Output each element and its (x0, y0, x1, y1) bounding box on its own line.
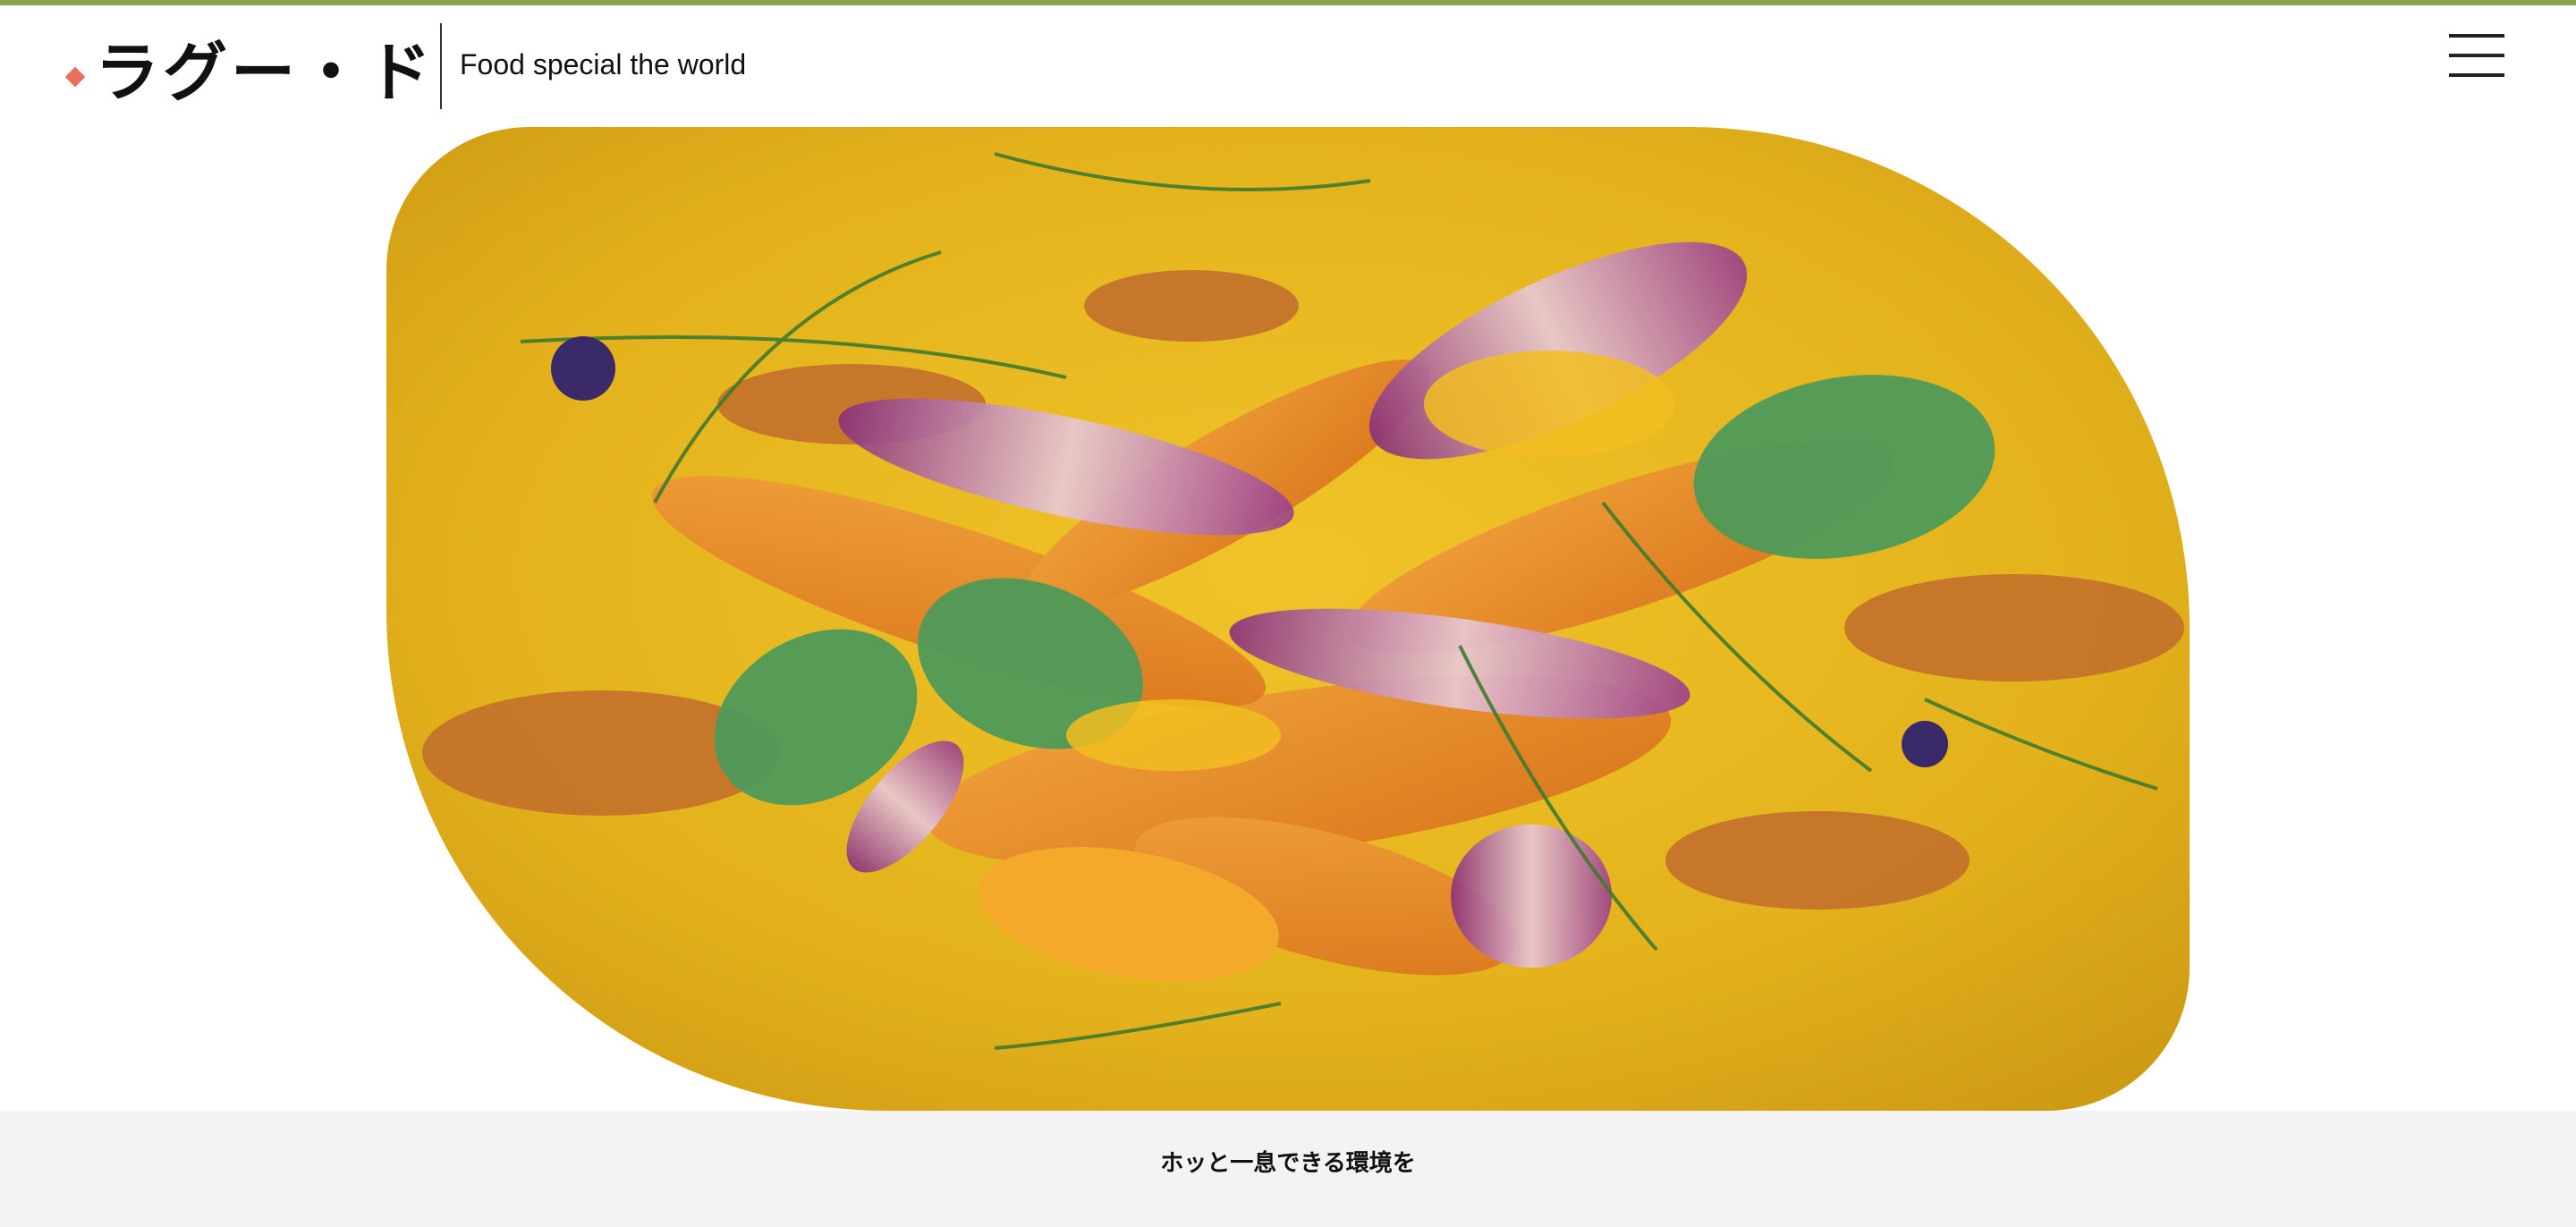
site-header: ラグー・ド Food special the world (0, 5, 2576, 122)
site-tagline: Food special the world (460, 48, 747, 80)
food-photo (386, 127, 2190, 1111)
intro-band: ホッと一息できる環境を (0, 1111, 2576, 1227)
logo-text: ラグー・ド (95, 35, 436, 110)
diamond-icon (64, 66, 86, 88)
intro-text: ホッと一息できる環境を (1160, 1150, 1416, 1177)
header-divider (440, 23, 442, 109)
menu-line (2449, 34, 2504, 38)
hamburger-menu-icon[interactable] (2449, 32, 2504, 79)
site-logo[interactable]: ラグー・ド (64, 23, 436, 122)
menu-line (2449, 54, 2504, 57)
menu-line (2449, 73, 2504, 77)
hero-image (386, 127, 2190, 1111)
